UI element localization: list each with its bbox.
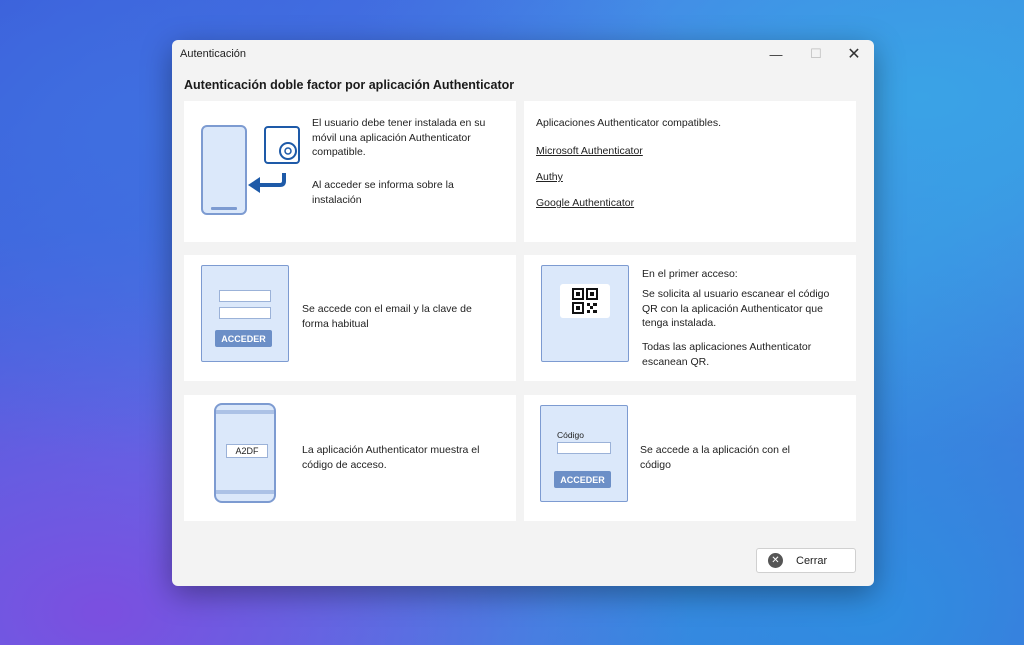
login-card: ACCEDER Se accede con el email y la clav…: [184, 255, 516, 381]
acceder-button-illustration: ACCEDER: [215, 330, 272, 347]
close-button-label: Cerrar: [796, 554, 828, 567]
code-login-text: Se accede a la aplicación con el código: [640, 444, 791, 471]
phone-sync-gear-icon: [201, 125, 300, 215]
code-field-illustration: [557, 442, 611, 454]
qr-instructions: Se solicita al usuario escanear el códig…: [642, 288, 830, 329]
link-microsoft-authenticator[interactable]: Microsoft Authenticator: [536, 145, 643, 157]
access-code: A2DF: [235, 446, 259, 456]
acceder-button-illustration-2: ACCEDER: [554, 471, 611, 488]
code-login-illustration: Código ACCEDER: [540, 405, 628, 502]
window-title: Autenticación: [180, 48, 247, 60]
install-app-card: El usuario debe tener instalada en su mó…: [184, 101, 516, 242]
code-field-label: Código: [557, 430, 584, 440]
minimize-button[interactable]: —: [756, 40, 796, 68]
link-google-authenticator[interactable]: Google Authenticator: [536, 197, 634, 209]
code-login-card: Código ACCEDER Se accede a la aplicación…: [524, 395, 856, 521]
login-text: Se accede con el email y la clave de for…: [302, 303, 472, 330]
code-display-text: La aplicación Authenticator muestra el c…: [302, 444, 480, 471]
compatible-apps-card: Aplicaciones Authenticator compatibles. …: [524, 101, 856, 242]
link-authy[interactable]: Authy: [536, 171, 563, 183]
qr-illustration: [541, 265, 629, 362]
email-field-illustration: [219, 290, 271, 302]
qr-first-access: En el primer acceso:: [642, 268, 738, 280]
qr-all-apps-note: Todas las aplicaciones Authenticator esc…: [642, 341, 812, 368]
circle-x-icon: ✕: [768, 553, 783, 568]
code-display-card: A2DF La aplicación Authenticator muestra…: [184, 395, 516, 521]
login-illustration: ACCEDER: [201, 265, 289, 362]
close-button[interactable]: ✕ Cerrar: [756, 548, 856, 573]
install-text: El usuario debe tener instalada en su mó…: [312, 117, 486, 158]
qr-card-tile: [560, 284, 610, 318]
title-bar: Autenticación — ☐ ✕: [172, 40, 874, 70]
qr-code-icon: [572, 288, 598, 314]
page-title: Autenticación doble factor por aplicació…: [184, 78, 515, 92]
auth-dialog: Autenticación — ☐ ✕ Autenticación doble …: [172, 40, 874, 586]
install-info-text: Al acceder se informa sobre la instalaci…: [312, 179, 454, 206]
compatible-apps-intro: Aplicaciones Authenticator compatibles.: [536, 117, 722, 129]
maximize-button[interactable]: ☐: [796, 40, 836, 68]
code-field-illustration: A2DF: [226, 444, 268, 458]
qr-card: En el primer acceso: Se solicita al usua…: [524, 255, 856, 381]
password-field-illustration: [219, 307, 271, 319]
close-window-button[interactable]: ✕: [834, 40, 874, 68]
